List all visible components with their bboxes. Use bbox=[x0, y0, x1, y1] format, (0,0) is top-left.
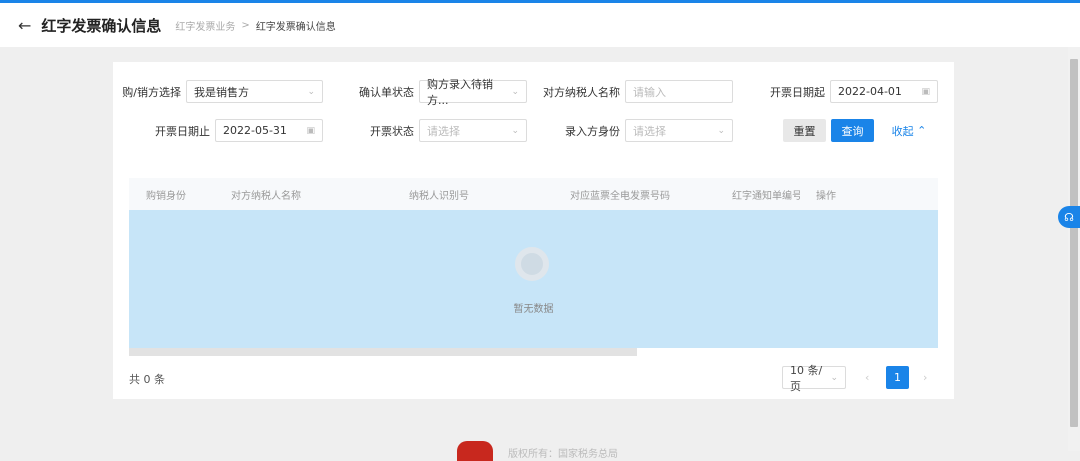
field-label: 对方纳税人名称 bbox=[543, 85, 620, 99]
table-header: 购销身份 对方纳税人名称 纳税人识别号 对应蓝票全电发票号码 红字通知单编号 操… bbox=[129, 178, 938, 210]
field-label: 购/销方选择 bbox=[122, 85, 181, 99]
reset-button[interactable]: 重置 bbox=[783, 119, 826, 142]
next-page-icon[interactable]: › bbox=[923, 371, 927, 384]
invoice-status-select[interactable]: 请选择 ⌄ bbox=[419, 119, 527, 142]
results-table: 购销身份 对方纳税人名称 纳税人识别号 对应蓝票全电发票号码 红字通知单编号 操… bbox=[129, 178, 938, 356]
counterparty-name-input[interactable]: 请输入 bbox=[625, 80, 733, 103]
field-label: 开票状态 bbox=[370, 124, 414, 138]
page-size-select[interactable]: 10 条/页 ⌄ bbox=[782, 364, 846, 393]
headset-support-icon[interactable]: ☊ bbox=[1058, 206, 1080, 228]
buyer-seller-select[interactable]: 我是销售方 ⌄ bbox=[186, 80, 323, 103]
total-count: 共 0 条 bbox=[129, 373, 165, 386]
placeholder: 请选择 bbox=[633, 124, 666, 138]
scrollbar-thumb[interactable] bbox=[1070, 59, 1078, 427]
collapse-label: 收起 bbox=[891, 124, 914, 138]
breadcrumb-current: 红字发票确认信息 bbox=[255, 21, 336, 33]
select-value: 购方录入待销方... bbox=[427, 77, 493, 107]
column-header: 对方纳税人名称 bbox=[231, 190, 301, 202]
field-label: 确认单状态 bbox=[359, 85, 414, 99]
buyer-seller-field: 购/销方选择 我是销售方 ⌄ bbox=[113, 80, 323, 103]
page-button[interactable]: 1 bbox=[886, 366, 909, 389]
select-value: 我是销售方 bbox=[194, 85, 249, 99]
table-body: 暂无数据 bbox=[129, 210, 938, 348]
chevron-up-icon: ⌃ bbox=[917, 124, 927, 137]
chevron-down-icon: ⌄ bbox=[830, 372, 838, 383]
column-header: 纳税人识别号 bbox=[409, 190, 469, 202]
column-header: 购销身份 bbox=[146, 190, 186, 202]
breadcrumb-item[interactable]: 红字发票业务 bbox=[175, 18, 235, 33]
breadcrumb-separator: > bbox=[241, 19, 250, 31]
entry-identity-select[interactable]: 请选择 ⌄ bbox=[625, 119, 733, 142]
back-arrow-icon[interactable]: ← bbox=[18, 16, 31, 35]
page-header: ← 红字发票确认信息 红字发票业务 > 红字发票确认信息 bbox=[0, 3, 1080, 47]
invoice-status-field: 开票状态 请选择 ⌄ bbox=[313, 119, 527, 142]
chevron-down-icon: ⌄ bbox=[717, 125, 725, 136]
tax-emblem-logo bbox=[457, 441, 493, 461]
empty-text: 暂无数据 bbox=[513, 304, 554, 315]
confirm-status-select[interactable]: 购方录入待销方... ⌄ bbox=[419, 78, 527, 107]
content-card: 购/销方选择 我是销售方 ⌄ 确认单状态 购方录入待销方... ⌄ 对方纳税人名称 … bbox=[113, 62, 954, 399]
date-end-field: 开票日期止 2022-05-31 ▣ bbox=[113, 119, 323, 142]
calendar-icon: ▣ bbox=[921, 86, 930, 97]
date-end-picker[interactable]: 2022-05-31 ▣ bbox=[215, 119, 323, 142]
date-value: 2022-04-01 bbox=[838, 85, 902, 98]
collapse-button[interactable]: 收起 ⌃ bbox=[885, 119, 933, 142]
vertical-scrollbar[interactable] bbox=[1068, 47, 1080, 451]
footer-text: 版权所有：国家税务总局 bbox=[508, 449, 618, 460]
field-label: 开票日期起 bbox=[770, 85, 825, 99]
entry-identity-field: 录入方身份 请选择 ⌄ bbox=[513, 119, 733, 142]
date-value: 2022-05-31 bbox=[223, 124, 287, 137]
select-value: 10 条/页 bbox=[790, 363, 823, 393]
confirm-status-field: 确认单状态 购方录入待销方... ⌄ bbox=[313, 78, 527, 107]
column-header: 红字通知单编号 bbox=[732, 190, 800, 202]
field-label: 录入方身份 bbox=[565, 124, 620, 138]
date-start-field: 开票日期起 2022-04-01 ▣ bbox=[733, 80, 938, 103]
query-button[interactable]: 查询 bbox=[831, 119, 874, 142]
column-header: 对应蓝票全电发票号码 bbox=[570, 190, 670, 202]
scrollbar-thumb[interactable] bbox=[129, 348, 637, 356]
placeholder: 请选择 bbox=[427, 124, 460, 138]
column-header: 操作 bbox=[816, 190, 836, 202]
placeholder: 请输入 bbox=[633, 85, 666, 99]
empty-data-icon bbox=[515, 247, 549, 281]
date-start-picker[interactable]: 2022-04-01 ▣ bbox=[830, 80, 938, 103]
field-label: 开票日期止 bbox=[155, 124, 210, 138]
horizontal-scrollbar[interactable] bbox=[129, 348, 938, 356]
counterparty-name-field: 对方纳税人名称 请输入 bbox=[513, 80, 733, 103]
prev-page-icon[interactable]: ‹ bbox=[865, 371, 869, 384]
page-title: 红字发票确认信息 bbox=[41, 16, 162, 35]
